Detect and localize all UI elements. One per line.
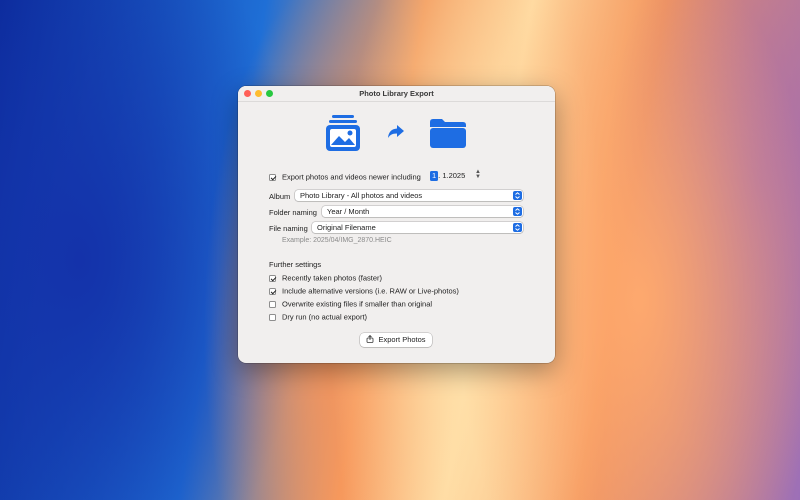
date-stepper[interactable]: ▲ ▼ (475, 169, 481, 180)
option-checkbox[interactable] (269, 300, 276, 308)
export-window: Photo Library Export Export photos and v… (238, 86, 555, 363)
photo-stack-icon (324, 114, 362, 157)
option-row[interactable]: Dry run (no actual export) (269, 312, 367, 322)
title-bar: Photo Library Export (238, 86, 555, 102)
export-newer-checkbox[interactable] (269, 173, 276, 181)
folder-naming-label: Folder naming (269, 208, 317, 217)
option-checkbox[interactable] (269, 287, 276, 295)
option-label: Include alternative versions (i.e. RAW o… (282, 286, 459, 296)
chevron-updown-icon (513, 191, 522, 200)
chevron-updown-icon (513, 207, 522, 216)
folder-naming-select[interactable]: Year / Month (322, 206, 523, 217)
option-label: Overwrite existing files if smaller than… (282, 299, 433, 309)
option-checkbox[interactable] (269, 274, 276, 282)
export-newer-row[interactable]: Export photos and videos newer including (269, 172, 421, 182)
option-label: Dry run (no actual export) (282, 312, 368, 322)
option-row[interactable]: Recently taken photos (faster) (269, 273, 382, 283)
further-settings-heading: Further settings (269, 260, 322, 269)
album-select[interactable]: Photo Library - All photos and videos (295, 190, 523, 201)
export-newer-label: Export photos and videos newer including (282, 172, 421, 182)
chevron-down-icon[interactable]: ▼ (475, 174, 481, 180)
option-row[interactable]: Include alternative versions (i.e. RAW o… (269, 286, 459, 296)
album-label: Album (269, 192, 291, 201)
album-value: Photo Library - All photos and videos (300, 191, 423, 200)
folder-naming-value: Year / Month (327, 207, 370, 216)
option-label: Recently taken photos (faster) (282, 273, 383, 283)
share-arrow-icon (387, 124, 405, 145)
option-row[interactable]: Overwrite existing files if smaller than… (269, 299, 432, 309)
file-naming-value: Original Filename (317, 223, 376, 232)
folder-icon (428, 117, 468, 154)
header-illustration (238, 114, 555, 152)
date-rest[interactable]: . 1.2025 (438, 171, 465, 180)
file-naming-select[interactable]: Original Filename (312, 222, 523, 233)
date-day-segment[interactable]: 1 (430, 171, 439, 181)
window-title: Photo Library Export (359, 89, 434, 98)
export-icon (367, 334, 374, 343)
export-photos-label: Export Photos (378, 335, 426, 344)
export-photos-button[interactable]: Export Photos (360, 333, 432, 347)
chevron-updown-icon (513, 223, 522, 232)
file-naming-label: File naming (269, 224, 308, 233)
naming-example: Example: 2025/04/IMG_2870.HEIC (282, 237, 392, 244)
option-checkbox[interactable] (269, 313, 276, 321)
